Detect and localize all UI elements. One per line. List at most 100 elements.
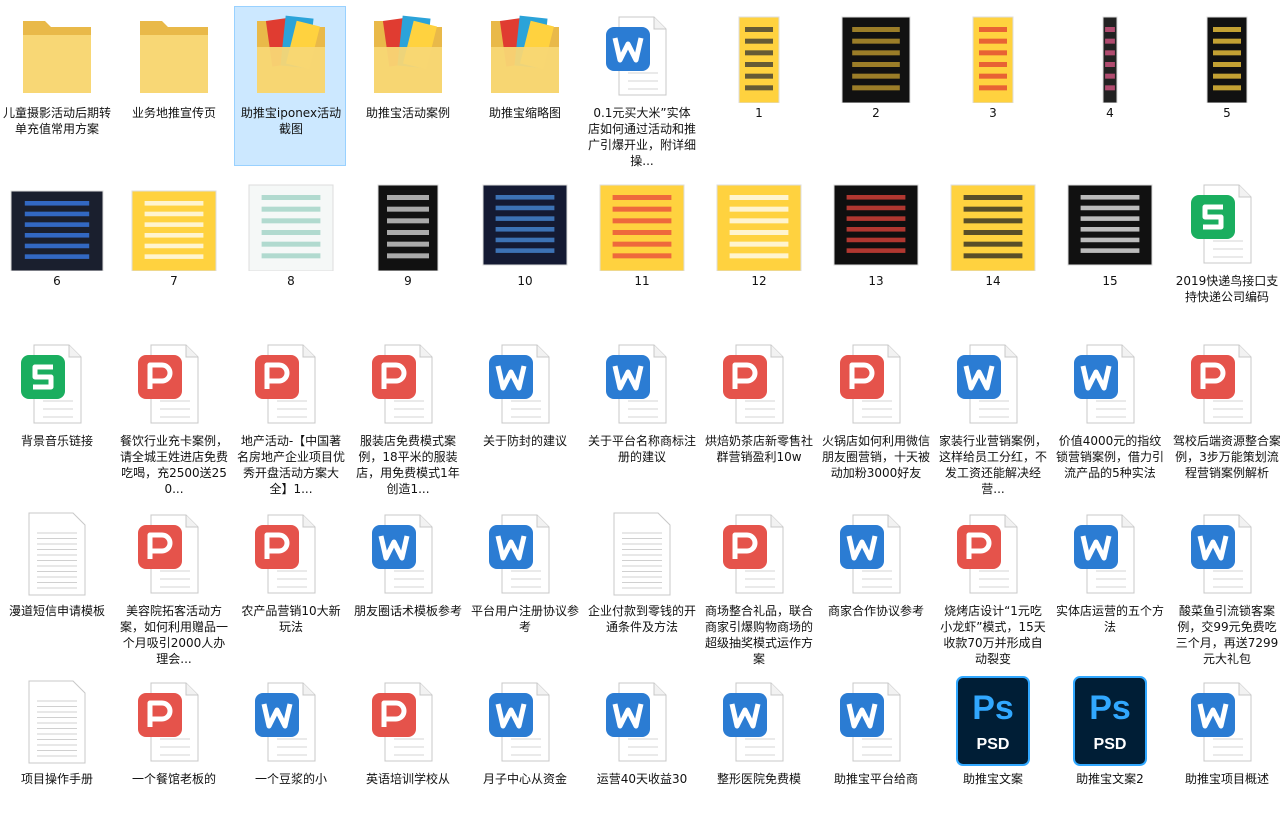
file-item[interactable]: 月子中心从资金 <box>468 672 580 832</box>
file-name: 助推宝缩略图 <box>488 106 561 120</box>
word-icon <box>586 7 698 103</box>
file-item[interactable]: 助推宝iponex活动截图 <box>234 6 346 166</box>
file-item[interactable]: 2019快递鸟接口支持快递公司编码 <box>1170 174 1280 334</box>
folder-content-icon <box>235 7 347 103</box>
file-name: 漫道短信申请模板 <box>8 604 105 618</box>
image-thumbnail <box>1054 175 1166 271</box>
word-icon <box>235 673 347 769</box>
file-name: 家装行业营销案例，这样给员工分红，不发工资还能解决经营... <box>939 434 1048 496</box>
file-name: 3 <box>989 106 997 120</box>
pdf-icon <box>118 673 230 769</box>
file-item[interactable]: 一个餐馆老板的 <box>117 672 229 832</box>
file-item[interactable]: 助推宝活动案例 <box>351 6 463 166</box>
file-item[interactable]: 关于平台名称商标注册的建议 <box>585 334 697 494</box>
file-item[interactable]: 农产品营销10大新玩法 <box>234 504 346 664</box>
text-icon <box>1 505 113 601</box>
pdf-icon <box>352 673 464 769</box>
word-icon <box>820 505 932 601</box>
svg-text:PSD: PSD <box>1094 736 1127 753</box>
file-item[interactable]: 家装行业营销案例，这样给员工分红，不发工资还能解决经营... <box>936 334 1049 496</box>
file-item[interactable]: 商家合作协议参考 <box>819 504 931 664</box>
file-name: 儿童摄影活动后期转单充值常用方案 <box>3 106 112 136</box>
word-icon <box>937 335 1049 431</box>
file-item[interactable]: 一个豆浆的小 <box>234 672 346 832</box>
file-item[interactable]: Ps PSD 助推宝文案 <box>936 672 1048 832</box>
file-item[interactable]: 10 <box>468 174 580 334</box>
file-name: 服装店免费模式案例，18平米的服装店，用免费模式1年创造1... <box>356 434 460 496</box>
svg-text:Ps: Ps <box>1089 689 1131 727</box>
file-item[interactable]: 整形医院免费模 <box>702 672 814 832</box>
file-item[interactable]: 英语培训学校从 <box>351 672 463 832</box>
file-name: 烧烤店设计“1元吃小龙虾”模式，15天收款70万并形成自动裂变 <box>940 604 1046 666</box>
file-item[interactable]: 助推宝平台给商 <box>819 672 931 832</box>
pdf-icon <box>703 335 815 431</box>
file-item[interactable]: 美容院拓客活动方案，如何利用赠品一个月吸引2000人办理会... <box>117 504 229 666</box>
file-name: 烘焙奶茶店新零售社群营销盈利10w <box>705 434 814 464</box>
image-thumbnail <box>820 7 932 103</box>
file-item[interactable]: 3 <box>936 6 1048 166</box>
file-item[interactable]: 项目操作手册 <box>0 672 112 832</box>
folder-icon <box>1 7 113 103</box>
file-item[interactable]: 7 <box>117 174 229 334</box>
svg-text:Ps: Ps <box>972 689 1014 727</box>
file-item[interactable]: 1 <box>702 6 814 166</box>
file-item[interactable]: 11 <box>585 174 697 334</box>
pdf-icon <box>118 335 230 431</box>
file-item[interactable]: 13 <box>819 174 931 334</box>
file-item[interactable]: 8 <box>234 174 346 334</box>
pdf-icon <box>235 335 347 431</box>
image-thumbnail <box>937 7 1049 103</box>
file-item[interactable]: 5 <box>1170 6 1280 166</box>
file-item[interactable]: 地产活动-【中国著名房地产企业项目优秀开盘活动方案大全】1... <box>234 334 347 496</box>
sheet-icon <box>1171 175 1280 271</box>
file-item[interactable]: 平台用户注册协议参考 <box>468 504 580 664</box>
file-item[interactable]: 漫道短信申请模板 <box>0 504 112 664</box>
image-thumbnail <box>586 175 698 271</box>
file-name: 整形医院免费模 <box>716 772 801 786</box>
file-item[interactable]: 烧烤店设计“1元吃小龙虾”模式，15天收款70万并形成自动裂变 <box>936 504 1048 666</box>
file-name: 助推宝平台给商 <box>833 772 918 786</box>
file-item[interactable]: 15 <box>1053 174 1165 334</box>
file-item[interactable]: 背景音乐链接 <box>0 334 112 494</box>
file-item[interactable]: 关于防封的建议 <box>468 334 580 494</box>
text-icon <box>1 673 113 769</box>
file-item[interactable]: 朋友圈话术模板参考 <box>351 504 463 664</box>
file-item[interactable]: 儿童摄影活动后期转单充值常用方案 <box>0 6 112 166</box>
file-item[interactable]: 4 <box>1053 6 1165 166</box>
file-item[interactable]: Ps PSD 助推宝文案2 <box>1053 672 1165 832</box>
word-icon <box>1171 505 1280 601</box>
file-name: 餐饮行业充卡案例，请全城王姓进店免费吃喝，充2500送250... <box>120 434 229 496</box>
file-item[interactable]: 火锅店如何利用微信朋友圈营销，十天被动加粉3000好友 <box>819 334 931 494</box>
svg-text:PSD: PSD <box>977 736 1010 753</box>
folder-icon <box>118 7 230 103</box>
file-item[interactable]: 0.1元买大米”实体店如何通过活动和推广引爆开业，附详细操... <box>585 6 698 168</box>
word-icon <box>1054 505 1166 601</box>
file-item[interactable]: 业务地推宣传页 <box>117 6 229 166</box>
file-name: 6 <box>53 274 61 288</box>
file-name: 美容院拓客活动方案，如何利用赠品一个月吸引2000人办理会... <box>120 604 229 666</box>
file-name: 驾校后端资源整合案例，3步万能策划流程营销案例解析 <box>1173 434 1280 480</box>
file-item[interactable]: 运营40天收益30 <box>585 672 697 832</box>
file-item[interactable]: 服装店免费模式案例，18平米的服装店，用免费模式1年创造1... <box>351 334 463 496</box>
file-item[interactable]: 餐饮行业充卡案例，请全城王姓进店免费吃喝，充2500送250... <box>117 334 230 496</box>
file-item[interactable]: 商场整合礼品，联合商家引爆购物商场的超级抽奖模式运作方案 <box>702 504 814 666</box>
file-item[interactable]: 实体店运营的五个方法 <box>1053 504 1165 664</box>
file-name: 7 <box>170 274 178 288</box>
file-item[interactable]: 9 <box>351 174 463 334</box>
psd-icon: Ps PSD <box>1054 673 1166 769</box>
file-item[interactable]: 2 <box>819 6 931 166</box>
file-item[interactable]: 酸菜鱼引流锁客案例，交99元免费吃三个月，再送7299元大礼包 <box>1170 504 1280 666</box>
file-item[interactable]: 助推宝缩略图 <box>468 6 580 166</box>
file-item[interactable]: 14 <box>936 174 1048 334</box>
image-thumbnail <box>703 175 815 271</box>
text-icon <box>586 505 698 601</box>
file-item[interactable]: 价值4000元的指纹锁营销案例，借力引流产品的5种实法 <box>1053 334 1165 494</box>
file-item[interactable]: 6 <box>0 174 112 334</box>
file-item[interactable]: 烘焙奶茶店新零售社群营销盈利10w <box>702 334 814 494</box>
file-item[interactable]: 助推宝项目概述 <box>1170 672 1280 832</box>
file-item[interactable]: 12 <box>702 174 814 334</box>
file-name: 运营40天收益30 <box>596 772 688 786</box>
file-item[interactable]: 企业付款到零钱的开通条件及方法 <box>585 504 697 664</box>
image-thumbnail <box>118 175 230 271</box>
file-item[interactable]: 驾校后端资源整合案例，3步万能策划流程营销案例解析 <box>1170 334 1280 494</box>
